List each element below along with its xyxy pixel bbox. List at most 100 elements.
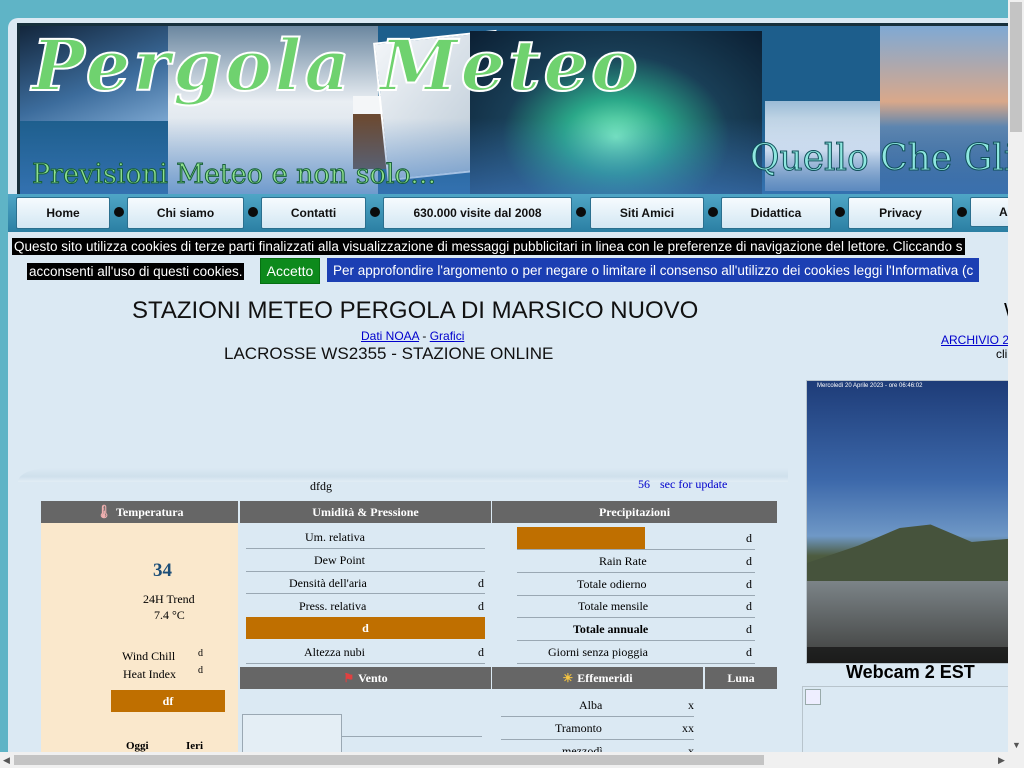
nav-didattica[interactable]: Didattica [721,197,831,229]
webcam-image[interactable]: Mercoledì 20 Aprile 2023 - ore 06:46:02 [806,380,1008,664]
wind-chill-label: Wind Chill [122,649,176,663]
pressure-value: d [478,599,484,613]
vertical-scroll-thumb[interactable] [1010,2,1022,132]
row-divider [246,663,485,664]
row-divider [517,572,755,573]
row-divider [341,736,482,737]
cookie-notice-line2: acconsenti all'uso di questi cookies. [27,263,245,280]
countdown-label: sec for update [660,477,728,491]
heat-index-label: Heat Index [123,667,176,681]
yesterday-column: Ieri [186,740,204,752]
temperature-panel [41,523,238,758]
status-text: dfdg [310,479,332,493]
horizontal-scroll-thumb[interactable] [14,755,764,765]
row-divider [517,549,755,550]
sunset-label: Tramonto [555,721,602,735]
row-divider [517,640,755,641]
trend-label: 24H Trend [143,592,195,606]
sunrise-label: Alba [579,698,603,712]
rain-rate-value: d [746,554,752,568]
nav-separator-dot [708,207,718,217]
broken-image-icon [805,689,821,705]
total-today-label: Totale odierno [577,577,647,591]
header-banner: Pergola Meteo Previsioni Meteo e non sol… [17,23,1008,197]
trend-value: 7.4 °C [154,608,185,622]
total-month-value: d [746,599,752,613]
dew-point-label: Dew Point [314,553,365,567]
row-divider [246,571,485,572]
nav-more[interactable]: A [970,197,1008,227]
nav-separator-dot [957,207,967,217]
row-divider [246,593,485,594]
archive-link[interactable]: ARCHIVIO 2 [941,333,1008,347]
sun-icon: ☀ [562,670,574,685]
webcam-caption: Mercoledì 20 Aprile 2023 - ore 06:46:02 [817,383,923,389]
air-density-label: Densità dell'aria [289,576,367,590]
main-nav: Home Chi siamo Contatti 630.000 visite d… [8,194,1008,232]
dry-days-value: d [746,645,752,659]
site-logo[interactable]: Pergola Meteo [31,26,641,108]
nav-separator-dot [114,207,124,217]
nav-separator-dot [835,207,845,217]
ephemeris-header: ☀ Effemeridi [492,667,703,689]
noaa-data-link[interactable]: Dati NOAA [361,329,419,343]
dry-days-label: Giorni senza pioggia [548,645,648,659]
ephemeris-header-label: Effemeridi [577,670,633,685]
rain-rate-label: Rain Rate [599,554,647,568]
row-divider [501,716,694,717]
wind-header: ⚑ Vento [240,667,491,689]
today-column: Oggi [126,740,149,752]
wind-chill-value: d [198,648,203,659]
rain-bar-value: d [746,531,752,545]
accept-cookies-button[interactable]: Accetto [260,258,320,284]
cookie-notice-line1: Questo sito utilizza cookies di terze pa… [12,238,965,255]
scroll-right-arrow-icon[interactable]: ▶ [998,755,1005,766]
right-column-text: cli [996,347,1008,361]
page-title: STAZIONI METEO PERGOLA DI MARSICO NUOVO [132,297,699,324]
row-divider [517,617,755,618]
nav-separator-dot [248,207,258,217]
sunrise-value: x [688,698,694,712]
temperature-bar: df [111,690,225,712]
row-divider [246,548,485,549]
total-today-value: d [746,577,752,591]
heat-index-value: d [198,665,203,676]
link-separator: - [419,329,430,343]
temperature-value: 34 [153,560,172,581]
temperature-header: 🌡 Temperatura [41,501,238,523]
webcam-label: Webcam 2 EST [846,662,975,682]
row-divider [517,663,755,664]
row-divider [501,739,694,740]
countdown-seconds: 56 [638,477,650,491]
rain-bar [517,527,645,549]
nav-siti-amici[interactable]: Siti Amici [590,197,704,229]
nav-home[interactable]: Home [16,197,110,229]
moon-header: Luna [705,667,777,689]
humidity-label: Um. relativa [305,530,365,544]
nav-privacy[interactable]: Privacy [848,197,953,229]
page-body: Pergola Meteo Previsioni Meteo e non sol… [8,18,1008,758]
nav-separator-dot [576,207,586,217]
total-year-value: d [746,622,752,636]
nav-chi-siamo[interactable]: Chi siamo [127,197,244,229]
sunset-value: xx [682,721,694,735]
station-subtitle: LACROSSE WS2355 - STAZIONE ONLINE [224,344,554,363]
temperature-header-label: Temperatura [115,504,184,519]
charts-link[interactable]: Grafici [430,329,465,343]
broken-image [802,686,1008,758]
scroll-left-arrow-icon[interactable]: ◀ [3,755,10,766]
scroll-down-arrow-icon[interactable]: ▼ [1012,740,1021,750]
cloud-height-label: Altezza nubi [304,645,365,659]
pressure-label: Press. relativa [299,599,367,613]
site-tagline: Previsioni Meteo e non solo... [31,159,437,191]
update-countdown: 56 sec for update [638,477,727,492]
nav-contatti[interactable]: Contatti [261,197,366,229]
row-divider [517,595,755,596]
pressure-bar: d [246,617,485,639]
total-month-label: Totale mensile [578,599,649,613]
air-density-value: d [478,576,484,590]
site-tagline-right: Quello Che Gli A [750,138,1008,180]
humidity-pressure-header: Umidità & Pressione [240,501,491,523]
cookie-info-link[interactable]: Per approfondire l'argomento o per negar… [327,258,980,282]
nav-visite[interactable]: 630.000 visite dal 2008 [383,197,572,229]
